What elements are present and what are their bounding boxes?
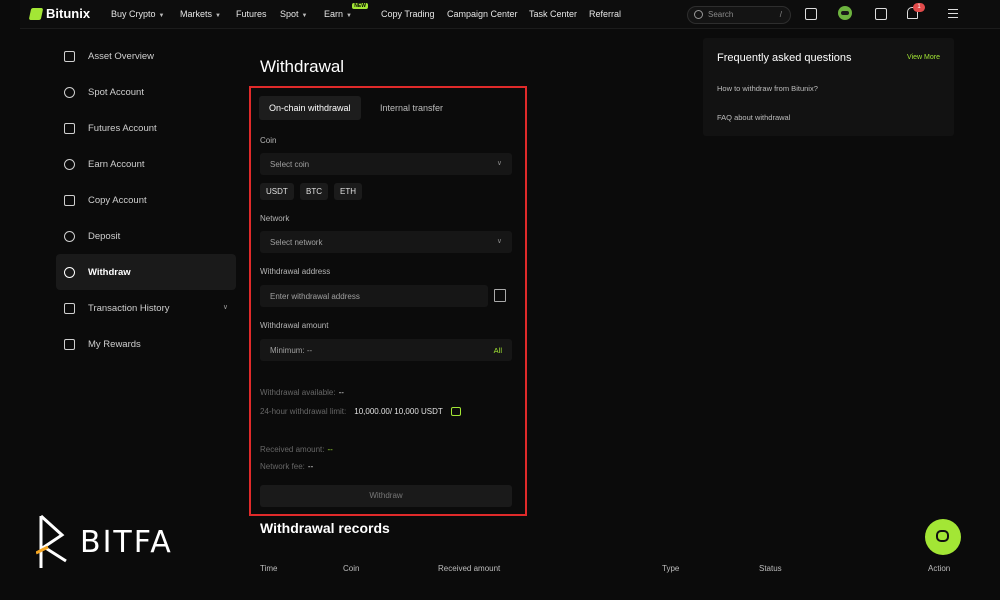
search-icon [694, 10, 703, 19]
column-header: Coin [343, 564, 360, 573]
sidebar-item-copy-account[interactable]: Copy Account [56, 182, 236, 218]
brand-name: Bitunix [46, 6, 91, 21]
withdraw-button[interactable]: Withdraw [260, 485, 512, 507]
nav-copy-trading[interactable]: Copy Trading [381, 9, 435, 19]
sidebar-item-asset-overview[interactable]: Asset Overview [56, 38, 236, 74]
wallet-icon [64, 50, 75, 62]
chevron-down-icon: ▼ [158, 13, 165, 19]
network-select-placeholder: Select network [270, 238, 323, 247]
nav-earn[interactable]: Earn ▼ NEW [324, 3, 368, 19]
address-book-icon[interactable] [494, 289, 506, 302]
tab-on-chain-withdrawal[interactable]: On-chain withdrawal [259, 96, 361, 120]
sidebar-item-spot-account[interactable]: Spot Account [56, 74, 236, 110]
watermark-text: BITFA [80, 525, 173, 560]
network-label: Network [260, 214, 290, 223]
coin-label: Coin [260, 136, 277, 145]
menu-icon[interactable] [948, 9, 958, 21]
fee-value: -- [307, 462, 314, 471]
chevron-down-icon: ∨ [496, 160, 502, 167]
faq-item[interactable]: How to withdraw from Bitunix? [717, 84, 818, 93]
limit-value: 10,000.00/ 10,000 USDT [354, 407, 443, 416]
sidebar-item-my-rewards[interactable]: My Rewards [56, 326, 236, 362]
sidebar-item-transaction-history[interactable]: Transaction History ∨ [56, 290, 236, 326]
column-header: Received amount [438, 564, 501, 573]
coin-chip-btc[interactable]: BTC [300, 183, 328, 200]
rewards-icon [64, 338, 75, 350]
view-more-link[interactable]: View More [907, 54, 940, 61]
sidebar-item-futures-account[interactable]: Futures Account [56, 110, 236, 146]
nav-spot[interactable]: Spot ▼ [280, 9, 307, 19]
chevron-down-icon[interactable]: ∨ [223, 303, 228, 311]
address-label: Withdrawal address [260, 267, 331, 276]
earn-icon [64, 158, 75, 170]
search-input[interactable]: Search / [687, 6, 791, 24]
search-shortcut: / [779, 10, 782, 19]
faq-panel: Frequently asked questions View More How… [703, 38, 954, 136]
fee-info: Network fee: -- [260, 462, 314, 471]
sidebar-item-withdraw[interactable]: Withdraw [56, 254, 236, 290]
column-header: Type [662, 564, 680, 573]
app-icon[interactable] [875, 8, 887, 20]
amount-input[interactable]: Minimum: -- All [260, 339, 512, 361]
tab-internal-transfer[interactable]: Internal transfer [370, 96, 453, 120]
faq-title: Frequently asked questions [717, 52, 852, 64]
watermark: BITFA [35, 513, 181, 571]
column-header: Action [928, 564, 951, 573]
received-info: Received amount: -- [260, 445, 333, 454]
withdraw-icon [64, 266, 75, 278]
records-title: Withdrawal records [260, 520, 390, 536]
search-placeholder: Search [708, 10, 734, 19]
sidebar: Asset Overview Spot Account Futures Acco… [56, 38, 236, 362]
top-nav: Bitunix Buy Crypto ▼ Markets ▼ Futures Spo… [20, 0, 1000, 29]
coin-select[interactable]: Select coin ∨ [260, 153, 512, 175]
chevron-down-icon: ▼ [346, 13, 352, 19]
limit-icon[interactable] [450, 407, 461, 417]
column-header: Time [260, 564, 278, 573]
coin-select-placeholder: Select coin [270, 160, 310, 169]
received-value: -- [327, 445, 333, 454]
nav-markets[interactable]: Markets ▼ [180, 9, 221, 19]
nav-futures[interactable]: Futures [236, 9, 267, 19]
nav-referral[interactable]: Referral [589, 9, 621, 19]
deposit-icon [64, 230, 75, 242]
available-info: Withdrawal available: -- [260, 388, 344, 397]
faq-item[interactable]: FAQ about withdrawal [717, 113, 790, 122]
chevron-down-icon: ▼ [301, 13, 308, 19]
nav-task-center[interactable]: Task Center [529, 9, 577, 19]
page: Bitunix Buy Crypto ▼ Markets ▼ Futures Spo… [0, 0, 1000, 600]
amount-label: Withdrawal amount [260, 321, 329, 330]
column-header: Status [759, 564, 782, 573]
address-placeholder: Enter withdrawal address [270, 292, 360, 301]
history-icon [64, 302, 75, 314]
page-title: Withdrawal [260, 57, 345, 76]
brand-logo[interactable]: Bitunix [28, 6, 91, 21]
nav-buy-crypto[interactable]: Buy Crypto ▼ [111, 9, 164, 19]
sidebar-item-deposit[interactable]: Deposit [56, 218, 236, 254]
available-value: -- [338, 388, 344, 397]
network-select[interactable]: Select network ∨ [260, 231, 512, 253]
chevron-down-icon: ▼ [215, 13, 221, 19]
all-button[interactable]: All [494, 346, 502, 355]
notification-badge: 1 [913, 3, 925, 12]
spot-icon [64, 86, 75, 98]
chevron-down-icon: ∨ [496, 238, 502, 245]
watermark-logo-icon [35, 514, 67, 568]
copy-icon [64, 194, 75, 206]
download-icon[interactable] [805, 8, 817, 20]
new-badge: NEW [352, 3, 368, 9]
coin-chip-usdt[interactable]: USDT [260, 183, 294, 200]
address-input[interactable]: Enter withdrawal address [260, 285, 488, 307]
avatar[interactable] [838, 6, 852, 20]
limit-info: 24-hour withdrawal limit: 10,000.00/ 10,0… [260, 407, 461, 417]
futures-icon [64, 122, 75, 134]
logo-icon [28, 7, 44, 20]
sidebar-item-earn-account[interactable]: Earn Account [56, 146, 236, 182]
nav-campaign-center[interactable]: Campaign Center [447, 9, 518, 19]
chat-icon[interactable] [925, 519, 961, 555]
amount-placeholder: Minimum: -- [270, 346, 313, 355]
coin-chip-eth[interactable]: ETH [334, 183, 362, 200]
